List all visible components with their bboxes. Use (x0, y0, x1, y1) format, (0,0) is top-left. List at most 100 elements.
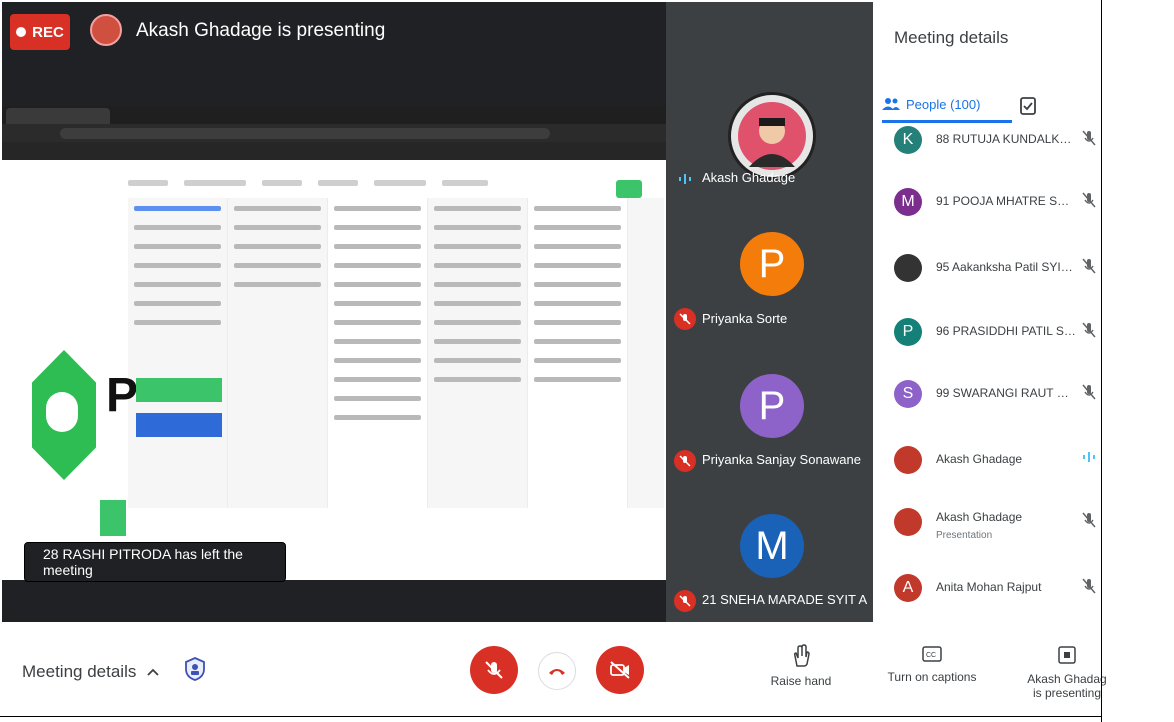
participant-tile[interactable]: P Priyanka Sanjay Sonawane (666, 370, 873, 520)
shared-webpage: P (2, 160, 666, 580)
participant-list-item[interactable]: 95 Aakanksha Patil SYIT-B (874, 246, 1100, 298)
person-subtitle: Presentation (936, 530, 993, 541)
person-name: Akash Ghadage (936, 510, 1023, 524)
raise-hand-label: Raise hand (770, 674, 832, 688)
left-meeting-toast: 28 RASHI PITRODA has left the meeting (24, 542, 286, 582)
menu-column (428, 198, 528, 508)
participant-list-item[interactable]: Akash Ghadage (874, 438, 1100, 490)
shared-green-tab (100, 500, 126, 536)
participant-initial-avatar: P (740, 232, 804, 296)
mic-off-icon (674, 308, 696, 330)
record-dot-icon (16, 27, 27, 37)
mic-off-icon (1082, 322, 1096, 343)
person-avatar: P (894, 318, 922, 346)
person-avatar: S (894, 380, 922, 408)
participant-name: Priyanka Sanjay Sonawane (702, 452, 861, 467)
shared-promo-green (136, 378, 222, 402)
bottom-control-bar: Meeting details Raise hand CC Turn on ca… (0, 622, 1107, 716)
chevron-up-icon (147, 668, 159, 676)
shared-green-button (616, 180, 642, 198)
tab-people[interactable]: People (100) (882, 92, 1012, 116)
person-avatar: A (894, 574, 922, 602)
mic-off-icon (1082, 192, 1096, 213)
participant-list-item[interactable]: K 88 RUTUJA KUNDALKA... (874, 118, 1100, 170)
meeting-details-panel: Meeting details People (100) K 88 RUTUJA… (874, 0, 1100, 622)
participant-initial-avatar: M (740, 514, 804, 578)
participant-name: Akash Ghadage (702, 170, 796, 185)
presenting-button[interactable]: Akash Ghadag is presenting (1022, 644, 1112, 700)
shared-site-logo-hole (46, 392, 78, 432)
chat-check-icon (1020, 97, 1036, 115)
mic-off-icon (485, 661, 503, 679)
mic-off-icon (674, 450, 696, 472)
participant-tile[interactable]: Akash Ghadage (666, 60, 873, 210)
recording-badge: REC (10, 14, 70, 50)
present-screen-icon (1058, 646, 1076, 664)
participant-tile[interactable]: P Priyanka Sorte (666, 226, 873, 376)
menu-column (528, 198, 628, 508)
frame-border-right (1101, 0, 1102, 722)
toast-message: 28 RASHI PITRODA has left the meeting (43, 546, 243, 578)
menu-column (228, 198, 328, 508)
shared-site-logo-letter: P (106, 369, 139, 422)
shared-browser-toolbar (2, 124, 666, 142)
person-avatar: M (894, 188, 922, 216)
main-stage: REC Akash Ghadage is presenting P 28 RAS… (2, 2, 873, 622)
camera-off-icon (610, 661, 630, 679)
participant-list-item[interactable]: A Anita Mohan Rajput (874, 566, 1100, 618)
person-name: 96 PRASIDDHI PATIL SY-... (936, 324, 1076, 338)
shared-promo-blue (136, 413, 222, 437)
person-avatar: K (894, 126, 922, 154)
speaking-indicator-icon (1082, 450, 1096, 469)
participant-list-item[interactable]: Akash Ghadage Presentation (874, 500, 1100, 552)
shared-site-nav (128, 180, 648, 192)
captions-label: Turn on captions (887, 670, 977, 684)
mic-off-icon (1082, 384, 1096, 405)
microphone-toggle-button[interactable] (470, 646, 518, 694)
raise-hand-button[interactable]: Raise hand (766, 644, 836, 688)
presenting-label-line2: is presenting (1032, 686, 1102, 700)
hangup-phone-icon (549, 669, 565, 675)
captions-icon: CC (922, 646, 942, 662)
shared-screen: P (2, 106, 666, 580)
frame-border-bottom (0, 716, 1102, 717)
mic-off-icon (1082, 130, 1096, 151)
participant-name: Priyanka Sorte (702, 311, 788, 326)
meet-window: REC Akash Ghadage is presenting P 28 RAS… (0, 0, 1174, 722)
panel-title: Meeting details (894, 28, 1009, 47)
captions-button[interactable]: CC Turn on captions (880, 644, 984, 684)
presenting-title: Akash Ghadage is presenting (136, 20, 386, 41)
person-photo-avatar (894, 446, 922, 474)
participant-photo-avatar (728, 92, 816, 180)
meeting-details-label: Meeting details (22, 662, 137, 681)
participant-list-item[interactable]: S 99 SWARANGI RAUT SYI... (874, 372, 1100, 424)
camera-toggle-button[interactable] (596, 646, 644, 694)
mic-off-icon (1082, 512, 1096, 533)
person-name: Anita Mohan Rajput (936, 580, 1042, 594)
person-photo-avatar (894, 508, 922, 536)
meeting-details-button[interactable]: Meeting details (22, 662, 160, 682)
person-name: 88 RUTUJA KUNDALKA... (936, 132, 1076, 146)
person-name: 95 Aakanksha Patil SYIT-B (936, 260, 1076, 274)
person-name: Akash Ghadage (936, 452, 1023, 466)
presenting-label-line1: Akash Ghadag (1027, 672, 1107, 686)
user-photo-icon (738, 102, 806, 170)
host-controls-shield-icon[interactable] (184, 656, 206, 687)
tab-people-label: People (100) (906, 96, 981, 112)
person-name: 99 SWARANGI RAUT SYI... (936, 386, 1076, 400)
participant-list-item[interactable]: P 96 PRASIDDHI PATIL SY-... (874, 310, 1100, 362)
participant-list-item[interactable]: M 91 POOJA MHATRE SYIT... (874, 180, 1100, 232)
leave-call-button[interactable] (538, 652, 576, 690)
shared-browser-urlbar (60, 128, 550, 139)
svg-text:CC: CC (926, 652, 936, 659)
mic-off-icon (1082, 258, 1096, 279)
person-name: 91 POOJA MHATRE SYIT... (936, 194, 1076, 208)
people-icon (882, 98, 900, 110)
participant-tiles: Akash Ghadage P Priyanka Sorte P Priyank… (666, 2, 873, 622)
speaking-indicator-icon (674, 168, 696, 190)
shared-browser-bookmarks (2, 142, 666, 160)
mic-off-icon (674, 590, 696, 612)
menu-column (328, 198, 428, 508)
participant-name: 21 SNEHA MARADE SYIT A (702, 592, 868, 607)
presenter-avatar (90, 14, 122, 46)
